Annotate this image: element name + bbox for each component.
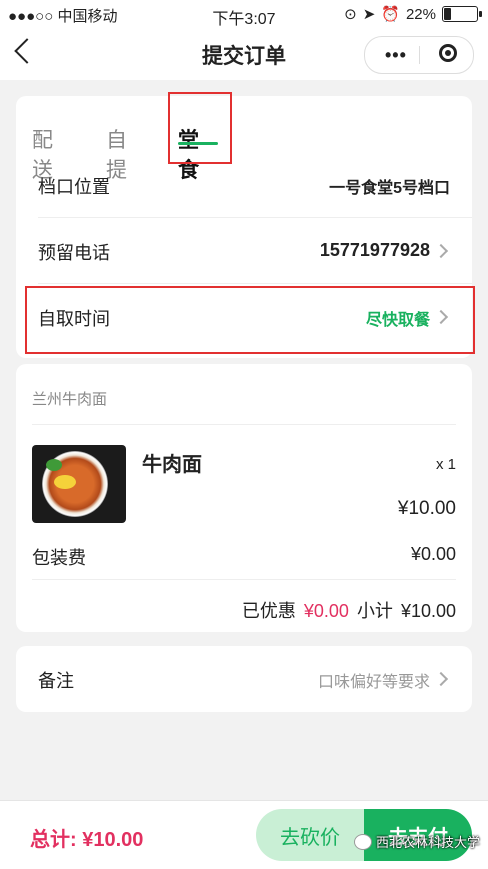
remark-label: 备注: [38, 671, 74, 691]
order-total: 总计: ¥10.00: [30, 823, 143, 852]
remark-row[interactable]: 备注 口味偏好等要求: [38, 646, 450, 712]
order-card: 兰州牛肉面 牛肉面 x 1 ¥10.00 包装费 ¥0.00 已优惠 ¥0.00…: [16, 364, 472, 632]
remark-card[interactable]: 备注 口味偏好等要求: [16, 646, 472, 712]
subtotal-line: 已优惠 ¥0.00 小计 ¥10.00: [242, 597, 456, 623]
battery-fill: [444, 8, 451, 20]
discount-value: ¥0.00: [303, 601, 349, 621]
shop-name: 兰州牛肉面: [32, 391, 108, 408]
total-label: 总计:: [30, 829, 77, 851]
alarm-icon: ⏰: [381, 6, 400, 23]
highlight-box-tab: [168, 92, 232, 164]
phone-value: 15771977928: [319, 240, 430, 260]
discount-label: 已优惠: [241, 601, 296, 621]
egg-graphic: [54, 475, 76, 489]
packing-fee-label: 包装费: [32, 548, 86, 568]
close-target-icon[interactable]: [439, 44, 457, 62]
subtotal-value: ¥10.00: [400, 601, 456, 621]
location-icon: ➤: [362, 6, 376, 23]
food-price: ¥10.00: [397, 498, 456, 519]
status-right: ⊙ ➤ ⏰ 22%: [344, 5, 482, 23]
remark-placeholder: 口味偏好等要求: [317, 674, 430, 691]
food-quantity: x 1: [435, 456, 456, 473]
stall-location-row: 档口位置 一号食堂5号档口: [38, 152, 450, 218]
subtotal-label: 小计: [356, 601, 393, 621]
battery-tip: [479, 11, 482, 17]
bargain-button[interactable]: 去砍价: [256, 809, 364, 861]
mini-program-capsule: •••: [364, 36, 474, 74]
packing-fee-value: ¥0.00: [410, 544, 456, 564]
phone-label: 预留电话: [38, 243, 110, 263]
battery-percent: 22%: [405, 5, 436, 23]
nav-bar: 提交订单 •••: [0, 28, 488, 80]
capsule-divider: [419, 46, 420, 64]
watermark-text: 西北农林科技大学: [375, 835, 480, 850]
stall-location-value: 一号食堂5号档口: [329, 180, 450, 197]
stall-location-label: 档口位置: [38, 177, 110, 197]
phone-row[interactable]: 预留电话 15771977928: [38, 218, 450, 284]
lock-icon: ⊙: [344, 6, 357, 23]
highlight-box-time: [25, 286, 475, 354]
total-value: ¥10.00: [82, 829, 144, 851]
status-bar: ●●●○○ 中国移动 下午3:07 ⊙ ➤ ⏰ 22%: [0, 0, 488, 28]
more-icon[interactable]: •••: [385, 45, 407, 66]
food-image: [32, 445, 126, 523]
chevron-right-icon: [433, 243, 449, 259]
watermark: 西北农林科技大学: [353, 832, 480, 851]
divider: [32, 424, 456, 425]
battery-icon: [442, 6, 482, 22]
divider: [32, 579, 456, 580]
food-name: 牛肉面: [142, 454, 202, 476]
chevron-right-icon: [433, 671, 449, 687]
wechat-icon: [353, 833, 372, 850]
herb-graphic: [46, 459, 62, 471]
